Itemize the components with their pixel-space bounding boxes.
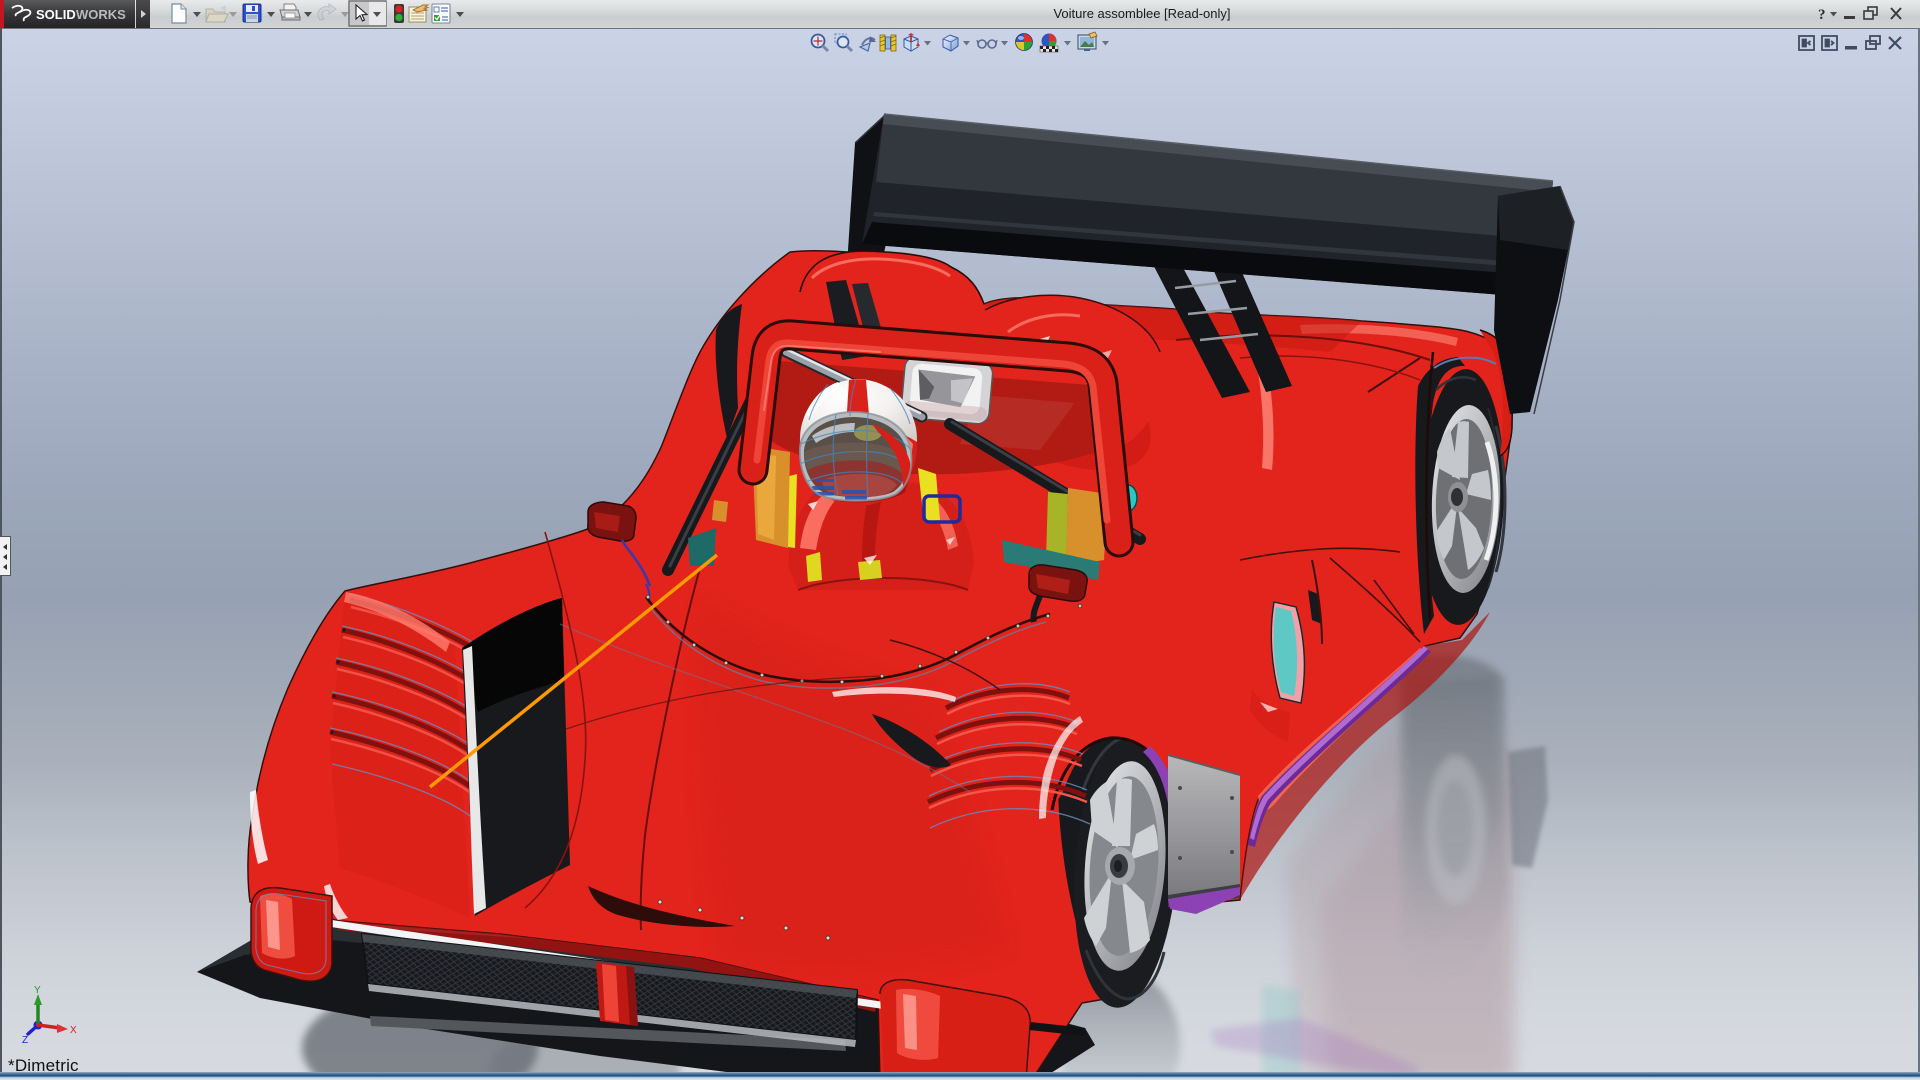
svg-text:Z: Z bbox=[22, 1035, 28, 1046]
svg-text:?: ? bbox=[1818, 7, 1826, 23]
svg-text:Y: Y bbox=[34, 985, 41, 996]
svg-text:WORKS: WORKS bbox=[76, 7, 126, 22]
svg-text:X: X bbox=[70, 1025, 77, 1036]
svg-text:SOLID: SOLID bbox=[36, 7, 76, 22]
